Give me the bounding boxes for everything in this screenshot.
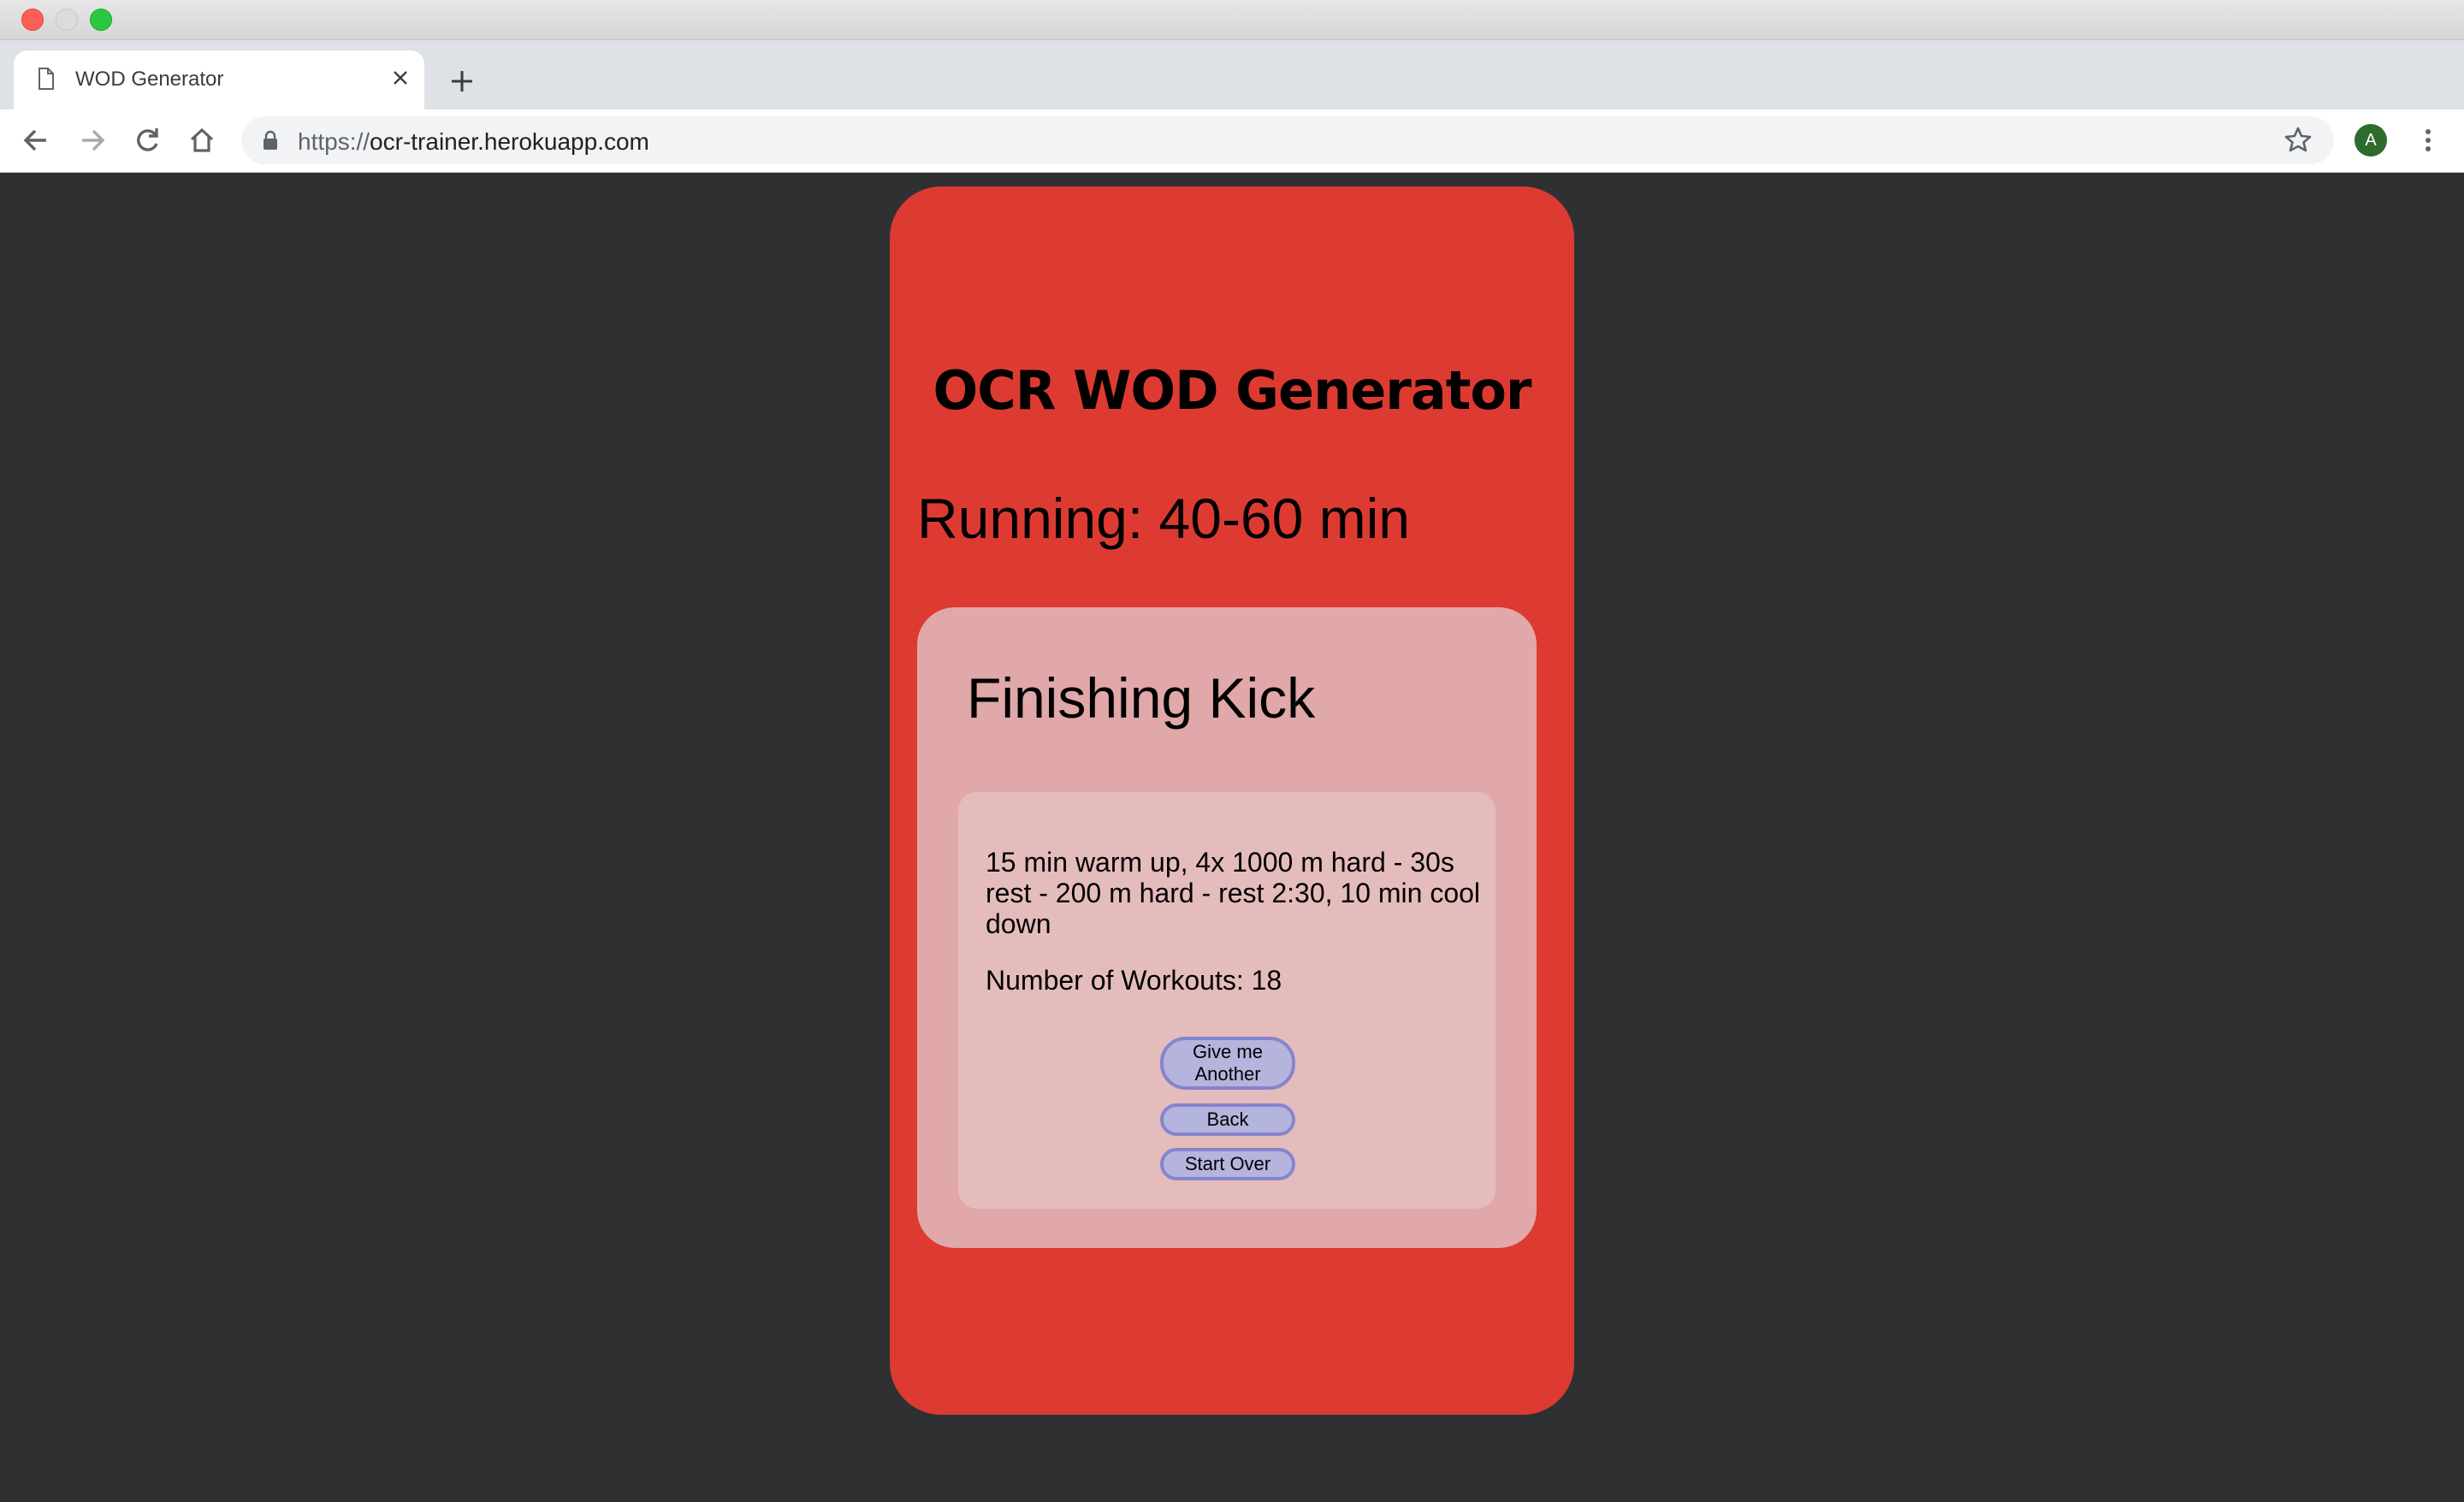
address-bar[interactable]: https://ocr-trainer.herokuapp.com	[241, 116, 2334, 164]
app-title: OCR WOD Generator	[933, 359, 1531, 422]
forward-arrow-icon[interactable]	[75, 123, 110, 157]
tab-strip: WOD Generator	[0, 40, 2464, 109]
back-button[interactable]: Back	[1160, 1103, 1295, 1136]
back-arrow-icon[interactable]	[19, 123, 53, 157]
tab-title: WOD Generator	[75, 68, 224, 91]
profile-avatar[interactable]: A	[2354, 124, 2387, 157]
workout-name: Finishing Kick	[967, 666, 1316, 730]
app-card: OCR WOD Generator Running: 40-60 min Fin…	[890, 186, 1574, 1415]
workout-panel: Finishing Kick 15 min warm up, 4x 1000 m…	[917, 607, 1537, 1248]
close-window-button[interactable]	[21, 9, 44, 31]
home-icon[interactable]	[185, 123, 219, 157]
browser-toolbar: https://ocr-trainer.herokuapp.com A	[0, 109, 2464, 173]
url-scheme: https://	[298, 128, 370, 155]
url-text: https://ocr-trainer.herokuapp.com	[298, 128, 649, 156]
start-over-button[interactable]: Start Over	[1160, 1148, 1295, 1180]
close-icon[interactable]	[390, 68, 411, 88]
workout-count: Number of Workouts: 18	[986, 965, 1282, 996]
browser-tab[interactable]: WOD Generator	[14, 50, 424, 109]
minimize-window-button[interactable]	[56, 9, 78, 31]
reload-icon[interactable]	[130, 123, 164, 157]
lock-icon	[264, 130, 277, 150]
workout-description: 15 min warm up, 4x 1000 m hard - 30s res…	[986, 847, 1481, 939]
page-icon	[38, 68, 54, 90]
url-host: ocr-trainer.herokuapp.com	[370, 128, 649, 155]
page-viewport: OCR WOD Generator Running: 40-60 min Fin…	[0, 173, 2464, 1502]
category-heading: Running: 40-60 min	[917, 487, 1411, 550]
workout-detail-box: 15 min warm up, 4x 1000 m hard - 30s res…	[958, 792, 1496, 1209]
plus-icon[interactable]	[447, 66, 477, 97]
zoom-window-button[interactable]	[90, 9, 112, 31]
kebab-menu-icon[interactable]	[2411, 123, 2445, 157]
window-titlebar	[0, 0, 2464, 40]
give-me-another-button[interactable]: Give me Another	[1160, 1037, 1295, 1090]
star-icon[interactable]	[2281, 123, 2315, 157]
